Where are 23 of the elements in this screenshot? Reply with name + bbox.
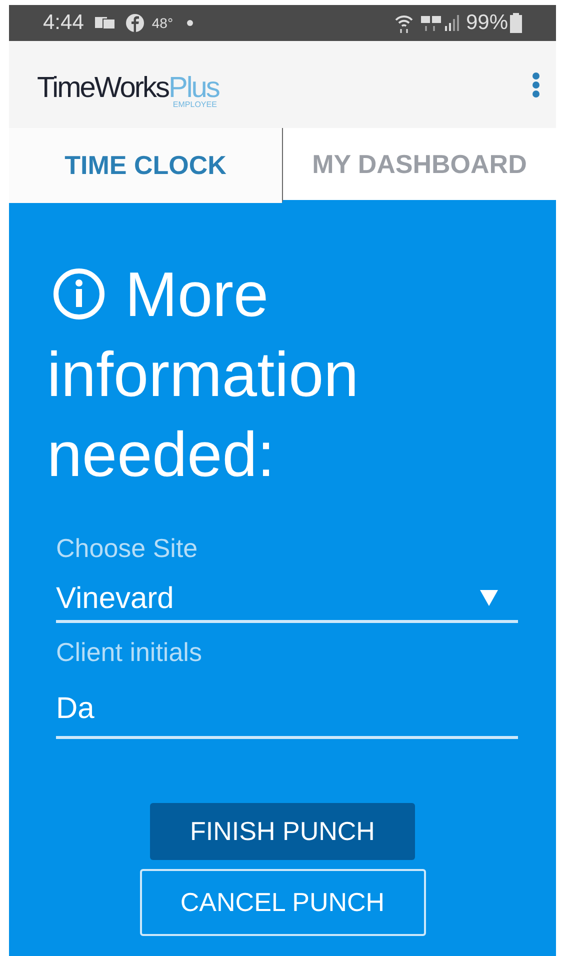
app-logo: TimeWorksPlus EMPLOYEE <box>37 70 219 106</box>
temperature-text: 48° <box>152 14 174 32</box>
site-dropdown[interactable]: Vinevard <box>56 576 518 623</box>
network-icon <box>420 14 442 32</box>
mail-icon <box>94 15 116 31</box>
battery-percent: 99% <box>466 10 508 36</box>
more-menu-icon[interactable] <box>532 72 540 98</box>
tab[interactable]: TIME CLOCK <box>9 128 282 203</box>
status-time: 4:44 <box>43 10 84 36</box>
battery-icon <box>510 13 522 33</box>
facebook-icon <box>126 14 144 32</box>
cancel-punch-button[interactable]: CANCEL PUNCH <box>140 869 426 936</box>
dot-icon <box>187 20 194 26</box>
field-label: Choose Site <box>56 532 199 565</box>
input-field[interactable]: Da <box>56 680 518 739</box>
field-label: Client initials <box>56 636 203 669</box>
tab[interactable]: MY DASHBOARD <box>282 128 556 203</box>
form-heading: More information needed: <box>47 259 360 492</box>
dropdown-arrow-icon <box>480 590 498 606</box>
signal-icon <box>444 15 460 31</box>
info-icon <box>53 268 105 320</box>
finish-punch-button[interactable]: FINISH PUNCH <box>150 803 415 860</box>
wifi-icon <box>394 13 414 33</box>
